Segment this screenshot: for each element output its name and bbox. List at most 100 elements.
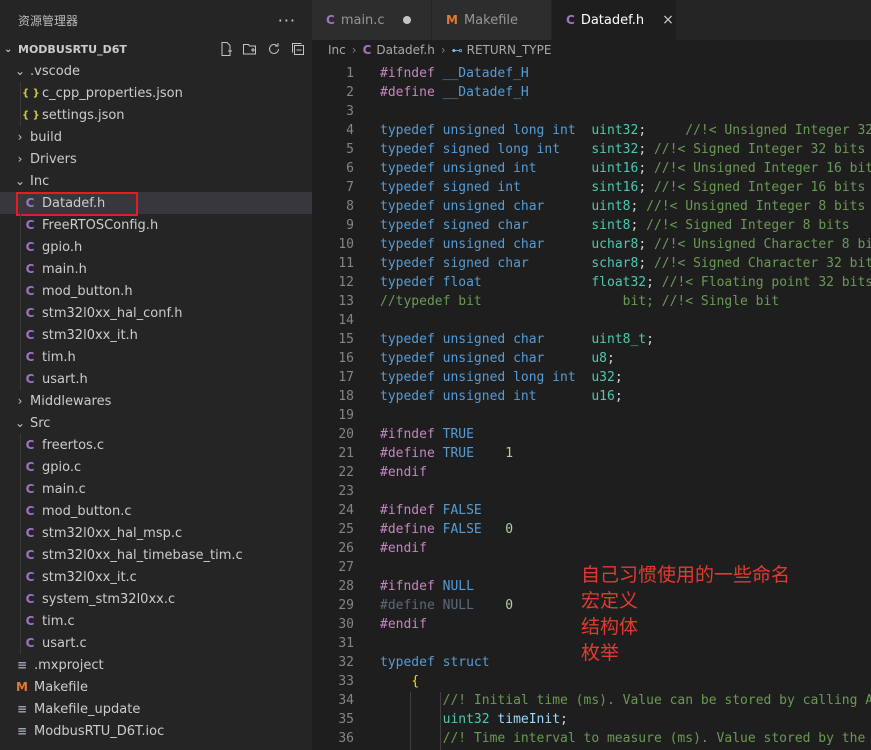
code-line: 7 typedef signed int sint16; //!< Signed … (312, 178, 865, 197)
tree-item[interactable]: Cmod_button.h (0, 280, 312, 302)
code-token: typedef (380, 237, 435, 252)
tree-item[interactable]: ≡ ModbusRTU_D6T.ioc (0, 720, 312, 742)
json-file-icon: { } (22, 109, 40, 121)
tree-item[interactable]: M Makefile (0, 676, 312, 698)
tree-item-label: .vscode (30, 63, 80, 79)
project-root[interactable]: ⌄ MODBUSRTU_D6T (0, 38, 312, 60)
tree-item[interactable]: C Datadef.h (0, 192, 312, 216)
tree-item[interactable]: Cstm32l0xx_hal_msp.c (0, 522, 312, 544)
line-number: 31 (338, 636, 354, 651)
code-token: //! Initial time (ms). Value can be stor… (442, 693, 871, 708)
tree-item[interactable]: Cstm32l0xx_it.h (0, 324, 312, 346)
code-token: #ifndef (380, 66, 435, 81)
tree-indent-guide (20, 368, 21, 390)
tree-indent-guide (20, 302, 21, 324)
refresh-icon[interactable] (266, 41, 282, 57)
tree-item[interactable]: ≡ Makefile_update (0, 698, 312, 720)
tree-item[interactable]: ≡ .mxproject (0, 654, 312, 676)
json-file-icon: { } (22, 87, 40, 99)
tree-item-label: Middlewares (30, 393, 112, 409)
line-number: 25 (338, 522, 354, 537)
tree-item[interactable]: Cusart.h (0, 368, 312, 390)
breadcrumb-folder[interactable]: Inc (328, 43, 346, 57)
tab-makefile[interactable]: M Makefile (432, 0, 552, 40)
new-folder-icon[interactable] (242, 41, 258, 57)
tree-item[interactable]: Cfreertos.c (0, 434, 312, 456)
code-text: uint32 timeInit; (380, 712, 568, 727)
tree-item[interactable]: { } settings.json (0, 104, 312, 126)
tree-item[interactable]: Cusart.c (0, 632, 312, 654)
code-token: uint8_t (591, 332, 647, 347)
c-file-icon: C (25, 504, 35, 518)
tree-item[interactable]: Cstm32l0xx_it.c (0, 566, 312, 588)
code-text: typedef float float32; //!< Floating poi… (380, 275, 871, 290)
tree-indent-guide (20, 104, 21, 126)
line-number: 33 (338, 674, 354, 689)
tree-indent-guide (20, 82, 21, 104)
tree-item[interactable]: Cgpio.h (0, 236, 312, 258)
tree-item[interactable]: C FreeRTOSConfig.h (0, 214, 312, 236)
line-number: 8 (346, 199, 354, 214)
makefile-icon: M (16, 680, 28, 694)
tree-item[interactable]: Cmain.c (0, 478, 312, 500)
line-number: 27 (338, 560, 354, 575)
tree-item[interactable]: › build (0, 126, 312, 148)
line-number: 2 (346, 85, 354, 100)
tree-item[interactable]: Ctim.c (0, 610, 312, 632)
code-line: 21 #define TRUE 1 (312, 444, 513, 463)
tab-datadef-h[interactable]: C Datadef.h × (552, 0, 677, 40)
tree-item[interactable]: Cstm32l0xx_hal_conf.h (0, 302, 312, 324)
code-token: ; (630, 199, 647, 214)
more-actions-icon[interactable]: ··· (278, 11, 296, 30)
code-token: #endif (380, 541, 427, 556)
tree-indent-guide (20, 280, 21, 302)
tree-item[interactable]: Cmain.h (0, 258, 312, 280)
tree-item[interactable]: ⌄ .vscode (0, 60, 312, 82)
tree-item[interactable]: Cgpio.c (0, 456, 312, 478)
tree-item[interactable]: › Middlewares (0, 390, 312, 412)
tree-item[interactable]: Csystem_stm32l0xx.c (0, 588, 312, 610)
collapse-all-icon[interactable] (290, 41, 306, 57)
code-token: schar8 (591, 256, 639, 271)
tree-item[interactable]: Cmod_button.c (0, 500, 312, 522)
tree-item[interactable]: Cstm32l0xx_hal_timebase_tim.c (0, 544, 312, 566)
tree-item-label: FreeRTOSConfig.h (42, 217, 159, 233)
code-text: typedef unsigned char uint8; //!< Unsign… (380, 199, 865, 214)
code-token: __Datadef_H (442, 66, 529, 81)
tree-item-label: gpio.c (42, 459, 82, 475)
annotation-line: 宏定义 (581, 590, 639, 612)
code-line: 11 typedef signed char schar8; //!< Signe… (312, 254, 871, 273)
code-token: sint8 (591, 218, 631, 233)
code-token: #ifndef (380, 579, 435, 594)
tree-item[interactable]: Ctim.h (0, 346, 312, 368)
code-line: 4 typedef unsigned long int uint32; //!< … (312, 121, 871, 140)
tree-item[interactable]: › Drivers (0, 148, 312, 170)
breadcrumb-symbol[interactable]: RETURN_TYPE (467, 43, 552, 57)
tree-item[interactable]: ⌄ Inc (0, 170, 312, 192)
tab-main-c[interactable]: Cmain.c (312, 0, 432, 40)
code-line: 6 typedef unsigned int uint16; //!< Unsig… (312, 159, 871, 178)
chevron-right-icon: › (351, 43, 357, 57)
tree-item[interactable]: { } c_cpp_properties.json (0, 82, 312, 104)
code-token: ; (638, 142, 654, 157)
chevron-right-icon: › (440, 43, 446, 57)
tree-indent-guide (20, 478, 21, 500)
code-line: 36 //! Time interval to measure (ms). Va… (312, 729, 865, 748)
chevron-right-icon: › (17, 394, 23, 408)
tab-label: Datadef.h (580, 12, 645, 28)
breadcrumb-file[interactable]: Datadef.h (376, 43, 434, 57)
tree-item[interactable]: ⌄ Src (0, 412, 312, 434)
unsaved-dot-icon[interactable] (402, 16, 411, 24)
code-text: typedef signed char sint8; //!< Signed I… (380, 218, 850, 233)
new-file-icon[interactable] (218, 41, 234, 57)
close-icon[interactable]: × (662, 12, 674, 28)
code-token: NULL (442, 579, 474, 594)
